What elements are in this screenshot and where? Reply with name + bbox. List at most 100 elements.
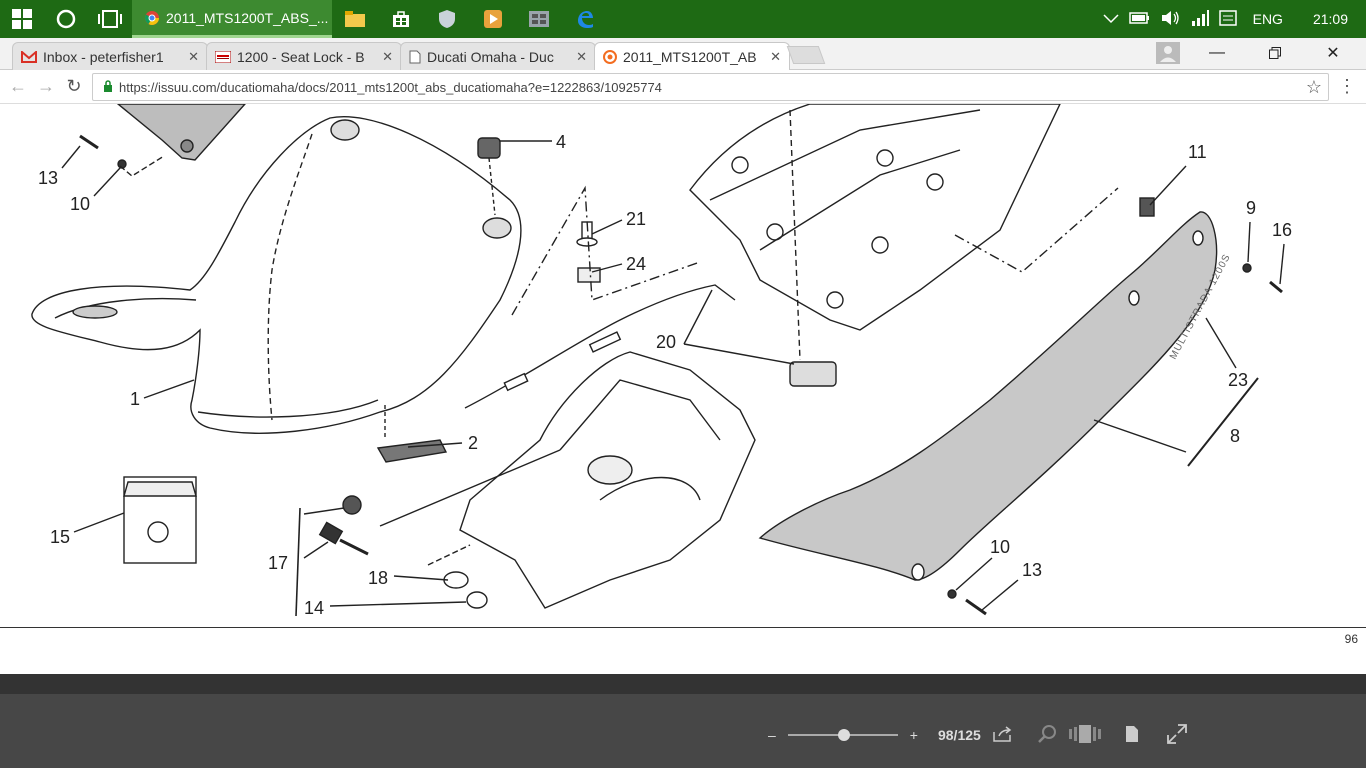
callout-11: 11: [1188, 142, 1207, 162]
start-button[interactable]: [0, 0, 44, 38]
windows-logo-icon: [12, 9, 32, 29]
arrow-right-icon: →: [37, 76, 55, 96]
task-view-button[interactable]: [88, 0, 132, 38]
forum-icon: [215, 50, 231, 63]
document-page: MULTISTRADA 1200S 13 10 4 21 24 11 9 16 …: [0, 104, 1366, 628]
callout-13-top: 13: [38, 168, 58, 188]
new-tab-button[interactable]: [786, 46, 826, 64]
arrow-left-icon: ←: [9, 76, 27, 96]
callout-4: 4: [556, 132, 566, 152]
taskbar-film-app[interactable]: [516, 0, 562, 38]
tab-ducati-omaha[interactable]: Ducati Omaha - Duc ✕: [400, 42, 596, 70]
close-icon[interactable]: ✕: [770, 49, 781, 65]
zoom-out-button[interactable]: –: [768, 727, 776, 743]
viewer-top-strip: [0, 674, 1366, 694]
callout-9: 9: [1246, 198, 1256, 218]
address-bar[interactable]: https://issuu.com/ducatiomaha/docs/2011_…: [92, 73, 1329, 101]
callout-23: 23: [1228, 370, 1248, 390]
zoom-slider[interactable]: [787, 729, 898, 741]
minimize-button[interactable]: —: [1188, 38, 1246, 68]
battery-icon[interactable]: [1128, 11, 1151, 28]
volume-icon[interactable]: [1161, 10, 1181, 29]
film-strip-icon: [529, 11, 549, 27]
close-window-button[interactable]: ✕: [1304, 38, 1362, 68]
restore-button[interactable]: [1246, 38, 1304, 68]
page-margin: [0, 628, 1366, 674]
chevron-up-icon[interactable]: [1103, 11, 1119, 27]
callout-1: 1: [130, 389, 140, 409]
fullscreen-icon[interactable]: [1166, 723, 1187, 747]
callout-15: 15: [50, 527, 70, 547]
callout-17: 17: [268, 553, 288, 573]
callout-13-bottom: 13: [1022, 560, 1042, 580]
tab-label: 1200 - Seat Lock - B: [237, 48, 365, 65]
shield-icon: [439, 10, 455, 28]
single-page-icon[interactable]: [1125, 725, 1139, 746]
action-center-icon[interactable]: [1218, 9, 1237, 29]
close-icon[interactable]: ✕: [188, 49, 199, 65]
back-button[interactable]: ←: [4, 73, 32, 101]
taskbar-store[interactable]: [378, 0, 424, 38]
chrome-icon: [144, 10, 159, 25]
folder-icon: [345, 11, 365, 27]
reload-icon: ↻: [66, 76, 82, 96]
gmail-icon: [21, 50, 37, 63]
callout-8: 8: [1230, 426, 1240, 446]
callout-20: 20: [656, 332, 676, 352]
callout-14: 14: [304, 598, 324, 618]
system-tray: ENG 21:09: [1103, 0, 1366, 38]
callout-10-top: 10: [70, 194, 90, 214]
zoom-slider-knob[interactable]: [837, 729, 850, 741]
windows-taskbar: 2011_MTS1200T_ABS_... ENG 21:09: [0, 0, 1366, 38]
close-icon[interactable]: ✕: [382, 49, 393, 65]
lock-icon: [103, 79, 113, 95]
url-text: https://issuu.com/ducatiomaha/docs/2011_…: [119, 79, 662, 95]
avatar-icon: [1156, 42, 1180, 64]
page-icon: [409, 50, 421, 63]
thumbnails-icon[interactable]: [1068, 724, 1101, 746]
page-number: 96: [1344, 632, 1358, 646]
viewer-controls: – + 98/125: [768, 720, 1187, 750]
callout-16: 16: [1272, 220, 1292, 240]
issuu-icon: [603, 49, 617, 64]
reload-button[interactable]: ↻: [60, 73, 88, 101]
issuu-viewer-bar: – + 98/125: [0, 674, 1366, 768]
tab-label: Ducati Omaha - Duc: [427, 48, 554, 65]
restore-icon: [1269, 47, 1281, 59]
zoom-in-button[interactable]: +: [910, 727, 918, 743]
callout-21: 21: [626, 209, 646, 229]
share-icon[interactable]: [993, 725, 1013, 745]
page-counter: 98/125: [937, 727, 981, 743]
menu-dots-icon[interactable]: ⋮: [1338, 76, 1356, 97]
bookmark-star-icon[interactable]: ☆: [1306, 77, 1322, 98]
taskbar-chrome-app[interactable]: 2011_MTS1200T_ABS_...: [132, 0, 332, 38]
tab-label: 2011_MTS1200T_AB: [623, 48, 757, 65]
close-icon[interactable]: ✕: [576, 49, 587, 65]
taskbar-file-explorer[interactable]: [332, 0, 378, 38]
taskbar-active-app-label: 2011_MTS1200T_ABS_...: [166, 9, 329, 26]
tab-issuu-active[interactable]: 2011_MTS1200T_AB ✕: [594, 42, 790, 70]
language-indicator[interactable]: ENG: [1253, 11, 1283, 27]
cortana-button[interactable]: [44, 0, 88, 38]
media-play-icon: [484, 10, 502, 28]
taskbar-media-player[interactable]: [470, 0, 516, 38]
taskbar-edge[interactable]: [562, 0, 608, 38]
forward-button[interactable]: →: [32, 73, 60, 101]
page-divider: [0, 627, 1366, 628]
tab-label: Inbox - peterfisher1: [43, 48, 164, 65]
tab-seat-lock[interactable]: 1200 - Seat Lock - B ✕: [206, 42, 402, 70]
callout-24: 24: [626, 254, 646, 274]
close-icon: ✕: [1326, 45, 1340, 62]
signal-bars-icon[interactable]: [1191, 9, 1209, 29]
cortana-circle-icon: [56, 9, 76, 29]
store-bag-icon: [393, 11, 409, 27]
callout-2: 2: [468, 433, 478, 453]
search-icon[interactable]: [1037, 724, 1057, 747]
browser-toolbar: ← → ↻ https://issuu.com/ducatiomaha/docs…: [0, 70, 1366, 104]
clock[interactable]: 21:09: [1313, 11, 1348, 27]
taskbar-defender[interactable]: [424, 0, 470, 38]
callout-18: 18: [368, 568, 388, 588]
tab-gmail[interactable]: Inbox - peterfisher1 ✕: [12, 42, 208, 70]
edge-icon: [578, 11, 593, 28]
task-view-icon: [98, 10, 122, 28]
